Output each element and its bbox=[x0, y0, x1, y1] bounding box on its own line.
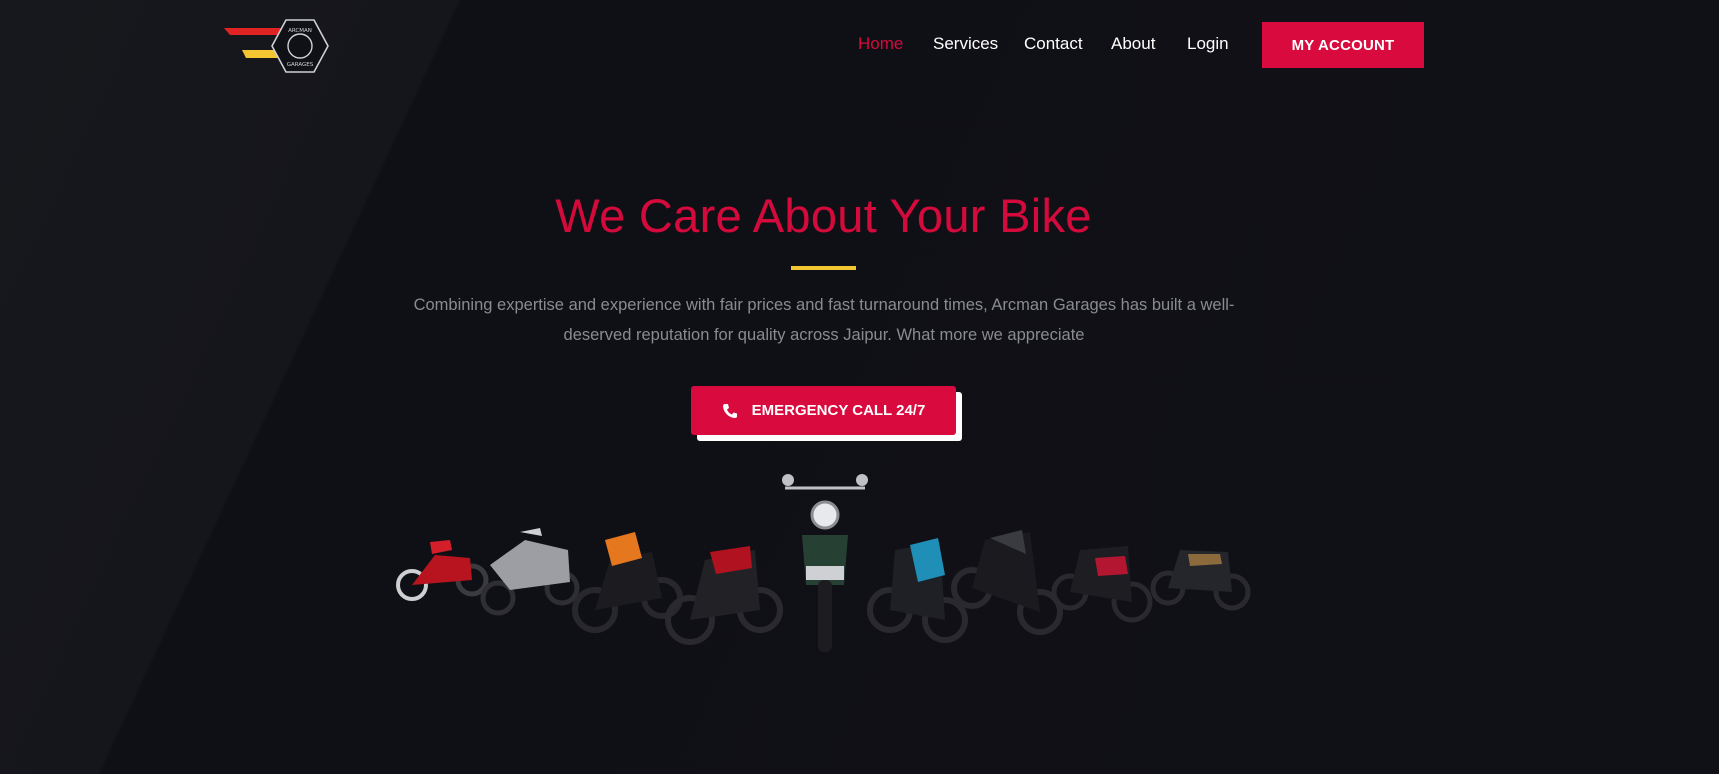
nav-contact[interactable]: Contact bbox=[1024, 34, 1083, 54]
nav-login[interactable]: Login bbox=[1187, 34, 1229, 54]
nav-about[interactable]: About bbox=[1111, 34, 1155, 54]
motorcycle-red-small bbox=[396, 540, 489, 601]
svg-text:ARCMAN: ARCMAN bbox=[288, 28, 312, 34]
my-account-button[interactable]: MY ACCOUNT bbox=[1262, 22, 1424, 68]
nav-services[interactable]: Services bbox=[933, 34, 998, 54]
emergency-call-label: EMERGENCY CALL 24/7 bbox=[751, 402, 926, 419]
hero-description-line1: Combining expertise and experience with … bbox=[413, 296, 1235, 314]
emergency-call-button[interactable]: EMERGENCY CALL 24/7 bbox=[691, 386, 956, 435]
page: ARCMAN GARAGES Home Services Contact Abo… bbox=[0, 0, 1719, 774]
motorcycle-red-black bbox=[665, 546, 783, 645]
hero-description: Combining expertise and experience with … bbox=[408, 290, 1240, 350]
phone-icon bbox=[722, 403, 737, 418]
motorcycle-black-red bbox=[1051, 546, 1153, 623]
motorcycle-blue-sport bbox=[867, 538, 968, 643]
motorcycle-classic-center bbox=[782, 474, 868, 652]
svg-text:GARAGES: GARAGES bbox=[287, 62, 314, 68]
motorcycle-black-naked bbox=[951, 530, 1063, 635]
motorcycle-cruiser bbox=[1150, 550, 1251, 611]
title-underline bbox=[791, 266, 856, 270]
motorcycle-grey-scooter bbox=[480, 528, 580, 616]
hero-description-line2: deserved reputation for quality across J… bbox=[563, 326, 1085, 344]
motorcycles-lineup bbox=[396, 474, 1251, 652]
hero-title: We Care About Your Bike bbox=[555, 189, 1092, 242]
motorcycle-orange-ktm bbox=[572, 532, 683, 633]
arcman-garages-logo[interactable]: ARCMAN GARAGES bbox=[224, 18, 330, 74]
nav-home[interactable]: Home bbox=[858, 34, 903, 54]
emergency-call-wrapper: EMERGENCY CALL 24/7 bbox=[691, 386, 962, 442]
